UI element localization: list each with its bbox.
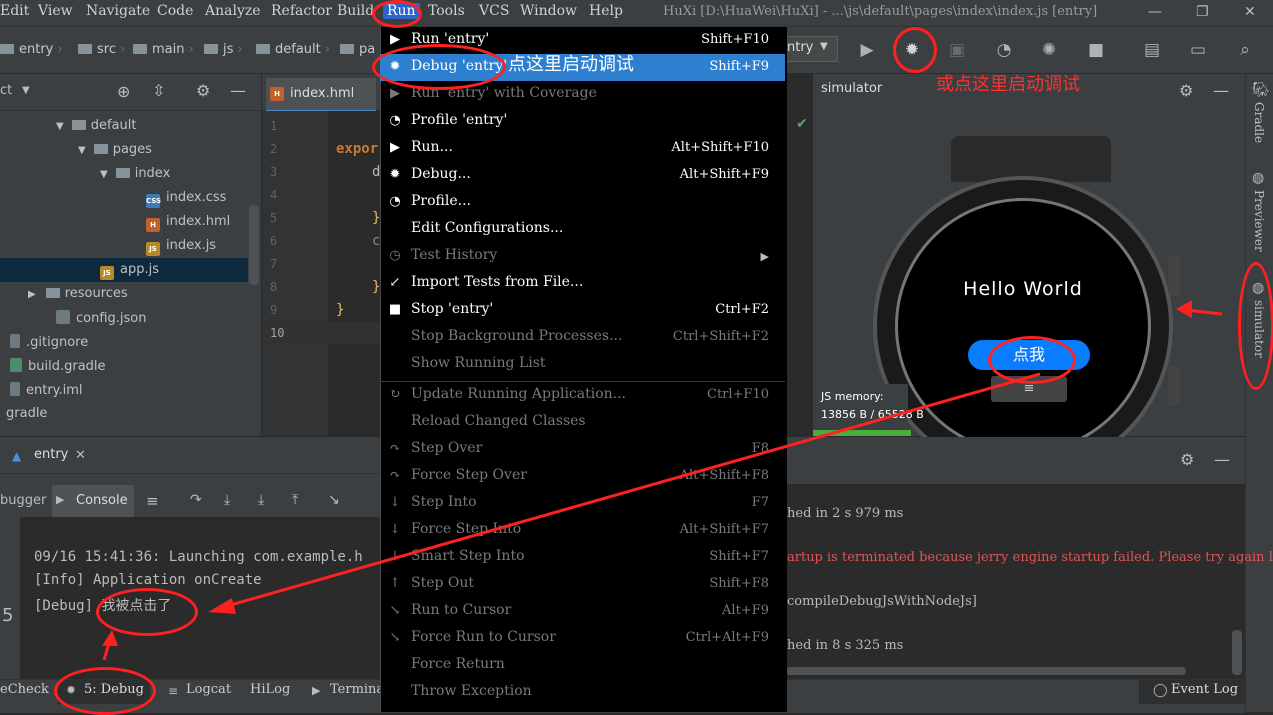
annotation-arrow-line: [219, 372, 1041, 610]
annotation-arrowhead: [208, 598, 236, 614]
annotation-arrows: [102, 300, 1223, 661]
annotation-arrowhead: [102, 630, 118, 646]
annotation-arrowhead: [1176, 300, 1192, 318]
